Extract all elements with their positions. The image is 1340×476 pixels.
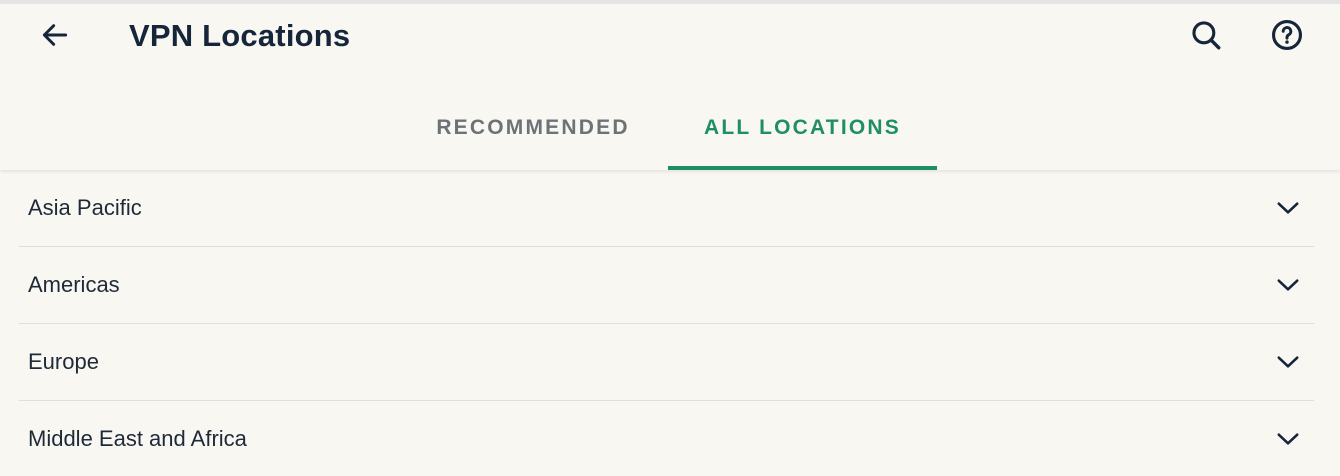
region-row-europe[interactable]: Europe bbox=[19, 324, 1314, 401]
chevron-down-icon[interactable] bbox=[1274, 194, 1302, 222]
chevron-down-icon[interactable] bbox=[1274, 271, 1302, 299]
search-icon bbox=[1192, 21, 1221, 50]
region-row-middle-east-africa[interactable]: Middle East and Africa bbox=[19, 401, 1314, 476]
region-row-americas[interactable]: Americas bbox=[19, 247, 1314, 324]
region-label: Middle East and Africa bbox=[28, 426, 247, 451]
back-button[interactable] bbox=[33, 13, 77, 57]
arrow-left-icon bbox=[42, 24, 68, 46]
region-row-asia-pacific[interactable]: Asia Pacific bbox=[19, 170, 1314, 247]
region-label: Europe bbox=[28, 349, 99, 374]
help-circle-icon bbox=[1271, 19, 1303, 51]
chevron-down-icon[interactable] bbox=[1274, 425, 1302, 453]
search-button[interactable] bbox=[1184, 13, 1228, 57]
chevron-down-icon[interactable] bbox=[1274, 348, 1302, 376]
region-label: Asia Pacific bbox=[28, 195, 142, 220]
tab-all-locations[interactable]: ALL LOCATIONS bbox=[668, 100, 937, 166]
selected-tab-indicator bbox=[668, 166, 937, 170]
region-list: Asia Pacific Americas Europe Middle East… bbox=[19, 170, 1314, 476]
location-tabs: RECOMMENDED ALL LOCATIONS bbox=[0, 100, 1340, 170]
app-bar: VPN Locations RECOMMENDED ALL LOCATIONS bbox=[0, 4, 1340, 170]
help-button[interactable] bbox=[1265, 13, 1309, 57]
region-label: Americas bbox=[28, 272, 120, 297]
page-title: VPN Locations bbox=[129, 18, 351, 53]
vpn-locations-screen: VPN Locations RECOMMENDED ALL LOCATIONS … bbox=[0, 0, 1340, 476]
tab-recommended[interactable]: RECOMMENDED bbox=[398, 100, 668, 166]
